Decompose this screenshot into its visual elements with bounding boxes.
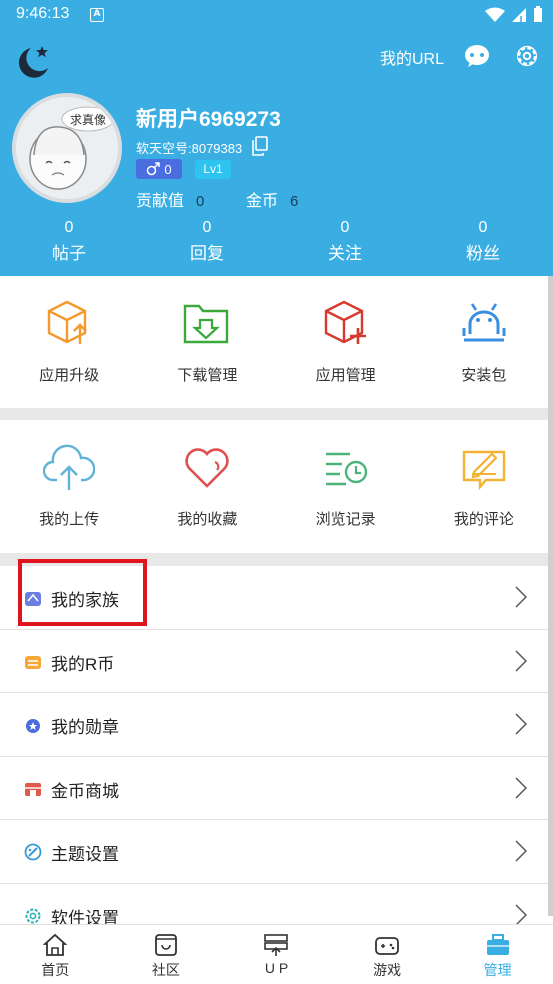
rcoin-icon [25,655,41,669]
profile-header: 我的URL 求真像 新用户6969273 软天空号:8079383 0 Lv1 … [0,30,553,276]
nav-manage[interactable]: 管理 [442,925,553,984]
wifi-icon [485,7,505,22]
my-comments-button[interactable]: 我的评论 [415,442,553,529]
count-following[interactable]: 0 关注 [276,219,414,264]
download-manager-button[interactable]: 下载管理 [138,298,276,385]
copy-icon[interactable] [251,136,269,156]
nav-home[interactable]: 首页 [0,925,111,984]
app-upgrade-button[interactable]: 应用升级 [0,298,138,385]
chevron-right-icon [515,776,527,799]
contribution-value: 0 [196,193,205,210]
list-item-theme[interactable]: 主题设置 [0,820,553,884]
coins-label: 金币 [246,193,279,210]
night-mode-icon[interactable] [14,44,52,80]
chevron-right-icon [515,713,527,735]
level-badge: Lv1 [195,160,231,179]
highlight-box [18,559,147,626]
my-favorites-button[interactable]: 我的收藏 [138,442,276,529]
scrollbar[interactable] [548,276,553,916]
settings-gear-icon [25,908,41,923]
section-divider [0,408,553,420]
coins-value: 6 [290,193,299,210]
store-icon [25,782,41,796]
my-url-link[interactable]: 我的URL [380,45,444,69]
nav-community[interactable]: 社区 [111,925,222,984]
coins-stat: 金币 6 [246,187,298,211]
signal-icon [512,7,526,22]
list-item-rcoin[interactable]: 我的R币 [0,630,553,693]
gamepad-icon [375,937,399,955]
count-followers[interactable]: 0 粉丝 [414,219,552,264]
chevron-right-icon [515,649,527,672]
palette-icon [24,843,42,861]
app-tools-grid: 应用升级 下载管理 应用管理 安装包 [0,298,553,385]
cloud-upload-icon [43,444,96,490]
briefcase-icon [486,934,509,955]
contribution-label: 贡献值 [136,193,185,210]
android-icon [462,303,506,342]
status-icons [485,6,543,23]
chevron-right-icon [515,840,527,862]
contribution-stat: 贡献值 0 [136,187,204,211]
nav-games[interactable]: 游戏 [332,925,443,984]
count-replies[interactable]: 0 回复 [138,219,276,264]
box-upgrade-icon [47,300,87,344]
avatar-image: 求真像 [16,97,118,199]
male-icon [147,162,161,176]
list-item-coin-mall[interactable]: 金币商城 [0,757,553,820]
box-manage-icon [324,300,366,344]
gear-icon[interactable] [514,43,540,69]
list-item-medals[interactable]: 我的勋章 [0,693,553,757]
install-package-button[interactable]: 安装包 [415,298,553,385]
bottom-nav: 首页 社区 U P 游戏 管理 [0,924,553,984]
gender-badge: 0 [136,159,182,179]
app-manager-button[interactable]: 应用管理 [277,298,415,385]
medal-icon [26,719,40,733]
gender-count: 0 [164,161,172,177]
profile-counts: 0 帖子 0 回复 0 关注 0 粉丝 [0,219,553,264]
upload-icon [264,934,289,956]
chevron-right-icon [515,586,527,608]
my-uploads-button[interactable]: 我的上传 [0,442,138,529]
chevron-right-icon [515,903,527,926]
count-posts[interactable]: 0 帖子 [0,219,138,264]
battery-icon [534,6,542,22]
comment-edit-icon [462,450,506,491]
username: 新用户6969273 [136,108,281,131]
history-list-icon [325,452,367,486]
community-icon [154,934,177,956]
status-time: 9:46:13 [16,5,70,22]
nav-up[interactable]: U P [221,925,332,984]
avatar-caption: 求真像 [70,113,106,127]
avatar[interactable]: 求真像 [12,93,122,203]
heart-icon [185,448,230,488]
user-id: 软天空号:8079383 [136,141,243,156]
home-icon [42,933,68,956]
chat-icon[interactable] [464,44,490,68]
folder-download-icon [184,304,229,344]
user-activity-grid: 我的上传 我的收藏 浏览记录 我的评论 [0,442,553,529]
browse-history-button[interactable]: 浏览记录 [277,442,415,529]
notification-icon: A [90,8,104,22]
status-bar: 9:46:13 A [0,0,553,30]
